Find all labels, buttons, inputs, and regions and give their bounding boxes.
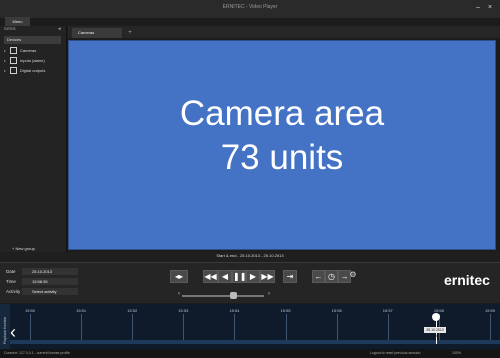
timeline-tick [234, 314, 236, 340]
camera-area-label: Camera area 73 units [68, 92, 496, 180]
fast-forward-button[interactable]: ▶▶ [260, 270, 275, 283]
activity-label: Activity [6, 289, 21, 294]
activity-dropdown[interactable]: Select activity [22, 288, 78, 295]
device-dropdown[interactable]: Devices [4, 36, 61, 44]
speed-right-icon[interactable]: › [268, 291, 270, 297]
status-left-text: Connect: 127.0.0.1 - current license pro… [4, 351, 70, 355]
frame-step-button[interactable]: ◂▸ [170, 270, 188, 283]
timeline-tick [490, 314, 491, 340]
timeline-tick-label: 15:54 [229, 308, 240, 313]
settings-icon[interactable]: ⚙ [347, 270, 359, 283]
folder-icon [10, 67, 17, 75]
timeline-tick [285, 314, 287, 340]
speed-slider-thumb[interactable] [230, 292, 237, 299]
speed-slider[interactable] [182, 295, 264, 297]
timeline-tick [387, 314, 389, 340]
timeline-tick-label: 15:52 [127, 308, 138, 313]
playhead-time: 25.10.2013 15:58 [424, 327, 446, 338]
date-label: Date [6, 269, 16, 274]
tree-item-outputs[interactable]: ▸ Digital outputs [4, 66, 62, 75]
sidebar-collapse-icon[interactable]: ◂ [58, 26, 61, 32]
zoom-level: 100% [452, 351, 461, 355]
timeline-tick-label: 15:56 [331, 308, 342, 313]
tree-item-label: Inputs (alarm) [20, 58, 45, 63]
time-value: 15:58:36 [32, 279, 48, 284]
camera-area-title: Camera area [179, 94, 385, 133]
tab-label: Cameras [78, 30, 95, 35]
speed-left-icon[interactable]: ‹ [178, 291, 180, 297]
timeline-tick-label: 15:53 [178, 308, 189, 313]
timeline-tick [183, 314, 185, 340]
tree-item-inputs[interactable]: ▸ Inputs (alarm) [4, 56, 62, 65]
dropdown-label: Devices [7, 37, 22, 42]
window-title: ERNITEC - Video Player [222, 4, 278, 10]
tree-item-label: Cameras [20, 48, 37, 53]
prev-event-button[interactable]: ← [312, 270, 325, 283]
date-value: 25.10.2013 [32, 269, 53, 274]
step-back-button[interactable]: ◀ [218, 270, 232, 283]
period-text: Start & end - 25.10.2013 - 25.10.2013 [216, 253, 284, 258]
folder-icon [10, 57, 17, 65]
timeline-tick [30, 314, 31, 340]
menu-button[interactable]: Menu [5, 17, 30, 26]
timeline-tick-label: 15:55 [280, 308, 291, 313]
close-icon[interactable]: × [486, 3, 494, 12]
date-field[interactable]: 25.10.2013 [22, 268, 78, 275]
timeline-vertical-label: Playback timeline [3, 316, 7, 344]
fast-rewind-button[interactable]: ◀◀ [203, 270, 218, 283]
status-bar [0, 349, 500, 358]
title-bar: ERNITEC - Video Player – × [0, 0, 500, 18]
timeline-tick-label: 15:57 [382, 308, 393, 313]
status-right-text: Logout to reset previous session [370, 351, 421, 355]
time-field[interactable]: 15:58:36 [22, 278, 78, 285]
timeline-tick-label: 15:50 [25, 308, 36, 313]
tree-item-label: Digital outputs [20, 68, 46, 73]
timeline-tick-label: 15:51 [76, 308, 87, 313]
sidebar-header: SITES [4, 26, 16, 31]
tree-item-cameras[interactable]: ▸ Cameras [4, 46, 62, 55]
play-button[interactable]: ▶ [246, 270, 260, 283]
timeline-tick [81, 314, 83, 340]
camera-area-count: 73 units [220, 138, 344, 177]
timeline-tick [132, 314, 134, 340]
pause-button[interactable]: ❚❚ [232, 270, 246, 283]
add-tab-icon[interactable]: + [126, 29, 134, 37]
activity-value: Select activity [32, 289, 57, 294]
time-label: Time [6, 279, 16, 284]
skip-forward-button[interactable]: ⇥ [283, 270, 297, 283]
minimize-icon[interactable]: – [474, 3, 482, 12]
brand-logo: ernitec [444, 272, 490, 288]
timeline-tick [336, 314, 338, 340]
clock-button[interactable]: ◷ [325, 270, 338, 283]
recording-bar [10, 340, 500, 344]
folder-icon [10, 47, 17, 55]
timeline-tick-label: 15:59 [485, 308, 496, 313]
tab-cameras[interactable]: Cameras [72, 28, 122, 38]
